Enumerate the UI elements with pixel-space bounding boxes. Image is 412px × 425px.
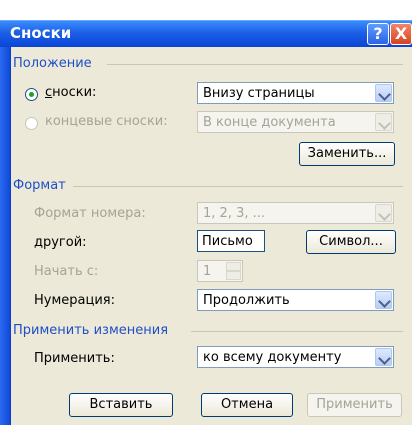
group-divider <box>107 64 403 65</box>
insert-button-label: Вставить <box>89 397 153 412</box>
close-button[interactable]: X <box>390 23 412 45</box>
spin-down-button[interactable] <box>226 271 241 280</box>
number-format-select[interactable]: 1, 2, 3, ... <box>197 202 394 224</box>
group-position-label: Положение <box>13 56 92 71</box>
endnotes-position-value: В конце документа <box>203 115 336 130</box>
footnotes-label[interactable]: сноски: <box>45 85 96 100</box>
radio-selected-dot <box>29 92 34 97</box>
footnotes-position-value: Внизу страницы <box>203 86 315 101</box>
dialog-body: Положение сноски: Внизу страницы концевы… <box>10 47 412 425</box>
apply-to-label: Применить: <box>34 351 115 366</box>
apply-button[interactable]: Применить <box>307 393 402 417</box>
start-at-label: Начать с: <box>34 264 99 279</box>
numbering-label: Нумерация: <box>34 293 115 308</box>
footnotes-radio[interactable] <box>25 88 38 101</box>
chevron-down-icon <box>378 295 391 308</box>
number-format-label: Формат номера: <box>34 206 146 221</box>
symbol-button-label: Символ... <box>319 234 383 249</box>
apply-button-label: Применить <box>316 397 393 412</box>
dropdown-button[interactable] <box>375 348 392 366</box>
start-at-spinner[interactable]: 1 <box>197 260 243 282</box>
spin-up-button[interactable] <box>226 262 241 271</box>
replace-button[interactable]: Заменить... <box>299 142 395 166</box>
cancel-button[interactable]: Отмена <box>201 393 293 417</box>
group-divider <box>191 331 403 332</box>
other-mark-input[interactable]: Письмо <box>197 230 265 252</box>
numbering-value: Продолжить <box>203 293 290 308</box>
chevron-down-icon <box>378 352 391 365</box>
close-icon: X <box>394 24 408 43</box>
group-apply-label: Применить изменения <box>13 323 169 338</box>
chevron-down-icon <box>378 117 391 130</box>
help-icon: ? <box>373 24 383 43</box>
window-title: Сноски <box>10 24 72 42</box>
apply-to-select[interactable]: ко всему документу <box>197 346 394 368</box>
apply-to-value: ко всему документу <box>203 350 342 365</box>
endnotes-position-select[interactable]: В конце документа <box>197 111 394 133</box>
dropdown-button[interactable] <box>375 291 392 309</box>
dropdown-button[interactable] <box>375 84 392 102</box>
other-mark-value: Письмо <box>202 234 253 249</box>
chevron-down-icon <box>378 208 391 221</box>
window-frame-left <box>0 20 10 425</box>
footnotes-position-select[interactable]: Внизу страницы <box>197 82 394 104</box>
endnotes-label: концевые сноски: <box>45 114 168 129</box>
replace-button-label: Заменить... <box>307 146 387 161</box>
start-at-value: 1 <box>203 264 212 279</box>
group-divider <box>73 186 403 187</box>
insert-button[interactable]: Вставить <box>69 393 173 417</box>
number-format-value: 1, 2, 3, ... <box>203 206 266 221</box>
other-label: другой: <box>34 235 87 250</box>
symbol-button[interactable]: Символ... <box>306 230 396 254</box>
cancel-button-label: Отмена <box>220 397 274 412</box>
help-button[interactable]: ? <box>367 23 389 45</box>
chevron-down-icon <box>378 88 391 101</box>
group-format-label: Формат <box>13 178 66 193</box>
dropdown-button[interactable] <box>375 113 392 131</box>
title-bar[interactable]: Сноски ? X <box>0 20 412 47</box>
endnotes-radio[interactable] <box>25 117 38 130</box>
dropdown-button[interactable] <box>375 204 392 222</box>
numbering-select[interactable]: Продолжить <box>197 289 394 311</box>
